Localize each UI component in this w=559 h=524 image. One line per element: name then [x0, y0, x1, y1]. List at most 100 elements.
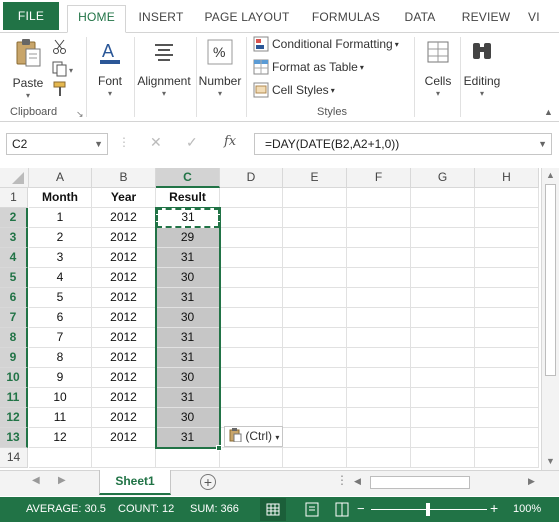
cell-year[interactable]: 2012 — [92, 368, 156, 388]
conditional-formatting-button[interactable]: Conditional Formatting ▾ — [253, 36, 399, 52]
cancel-icon[interactable]: ✕ — [150, 134, 162, 151]
cell-styles-button[interactable]: Cell Styles ▾ — [253, 82, 335, 98]
empty-cell[interactable] — [283, 308, 347, 328]
empty-cell[interactable] — [411, 248, 475, 268]
empty-cell[interactable] — [347, 428, 411, 448]
empty-cell[interactable] — [411, 348, 475, 368]
empty-cell[interactable] — [220, 308, 283, 328]
page-layout-view-icon[interactable] — [300, 498, 324, 521]
column-header-e[interactable]: E — [283, 168, 347, 188]
header-cell-result[interactable]: Result — [156, 188, 220, 208]
empty-cell[interactable] — [411, 368, 475, 388]
tab-page-layout[interactable]: PAGE LAYOUT — [200, 6, 294, 33]
empty-cell[interactable] — [475, 228, 539, 248]
empty-cell[interactable] — [347, 208, 411, 228]
empty-cell[interactable] — [475, 248, 539, 268]
empty-cell[interactable] — [283, 208, 347, 228]
row-header[interactable]: 12 — [0, 408, 28, 428]
column-header-d[interactable]: D — [220, 168, 283, 188]
empty-cell[interactable] — [347, 248, 411, 268]
empty-cell[interactable] — [411, 228, 475, 248]
empty-cell[interactable] — [283, 288, 347, 308]
fill-handle[interactable] — [216, 445, 222, 451]
empty-cell[interactable] — [347, 368, 411, 388]
next-sheet-icon[interactable]: ▶ — [58, 475, 66, 486]
tab-view[interactable]: VI — [528, 6, 559, 33]
empty-cell[interactable] — [220, 288, 283, 308]
empty-cell[interactable] — [92, 448, 156, 468]
empty-cell[interactable] — [411, 408, 475, 428]
row-header[interactable]: 7 — [0, 308, 28, 328]
empty-cell[interactable] — [475, 408, 539, 428]
row-header[interactable]: 5 — [0, 268, 28, 288]
empty-cell[interactable] — [475, 348, 539, 368]
empty-cell[interactable] — [475, 448, 539, 468]
prev-sheet-icon[interactable]: ◀ — [32, 475, 40, 486]
empty-cell[interactable] — [347, 348, 411, 368]
cell-year[interactable]: 2012 — [92, 328, 156, 348]
empty-cell[interactable] — [220, 268, 283, 288]
cell-month[interactable]: 8 — [29, 348, 92, 368]
row-header[interactable]: 13 — [0, 428, 28, 448]
empty-cell[interactable] — [475, 388, 539, 408]
empty-cell[interactable] — [475, 328, 539, 348]
empty-cell[interactable] — [411, 308, 475, 328]
empty-cell[interactable] — [283, 268, 347, 288]
cell-year[interactable]: 2012 — [92, 348, 156, 368]
cells-button[interactable]: Cells ▾ — [418, 37, 458, 98]
editing-button[interactable]: Editing ▾ — [460, 37, 504, 98]
scroll-thumb[interactable] — [545, 184, 556, 376]
header-cell-month[interactable]: Month — [29, 188, 92, 208]
sheet-tab-sheet1[interactable]: Sheet1 — [99, 470, 171, 495]
empty-cell[interactable] — [156, 448, 220, 468]
empty-cell[interactable] — [475, 208, 539, 228]
scroll-thumb[interactable] — [370, 476, 470, 489]
empty-cell[interactable] — [347, 408, 411, 428]
empty-cell[interactable] — [347, 308, 411, 328]
cell-result[interactable]: 31 — [156, 348, 220, 368]
empty-cell[interactable] — [347, 328, 411, 348]
number-button[interactable]: % Number ▾ — [197, 37, 243, 98]
empty-cell[interactable] — [220, 328, 283, 348]
zoom-slider[interactable] — [371, 503, 487, 516]
empty-cell[interactable] — [475, 288, 539, 308]
cell-result[interactable]: 30 — [156, 408, 220, 428]
empty-cell[interactable] — [475, 188, 539, 208]
empty-cell[interactable] — [283, 188, 347, 208]
font-button[interactable]: A Font ▾ — [90, 37, 130, 98]
empty-cell[interactable] — [220, 248, 283, 268]
empty-cell[interactable] — [283, 388, 347, 408]
empty-cell[interactable] — [29, 448, 92, 468]
cell-result[interactable]: 30 — [156, 268, 220, 288]
empty-cell[interactable] — [283, 348, 347, 368]
column-header-h[interactable]: H — [475, 168, 539, 188]
more-icon[interactable]: ⋮ — [336, 473, 348, 487]
header-cell-year[interactable]: Year — [92, 188, 156, 208]
insert-function-icon[interactable]: fx — [224, 134, 236, 149]
format-painter-icon[interactable] — [52, 81, 68, 97]
empty-cell[interactable] — [411, 328, 475, 348]
empty-cell[interactable] — [220, 208, 283, 228]
cut-icon[interactable] — [52, 39, 68, 55]
cell-year[interactable]: 2012 — [92, 428, 156, 448]
zoom-out-icon[interactable]: − — [357, 501, 365, 516]
scroll-down-icon[interactable]: ▼ — [546, 456, 555, 466]
chevron-down-icon[interactable]: ▼ — [94, 134, 103, 154]
empty-cell[interactable] — [347, 288, 411, 308]
empty-cell[interactable] — [475, 308, 539, 328]
cell-month[interactable]: 4 — [29, 268, 92, 288]
cell-result[interactable]: 30 — [156, 308, 220, 328]
cell-month[interactable]: 9 — [29, 368, 92, 388]
tab-insert[interactable]: INSERT — [134, 6, 188, 33]
column-header-b[interactable]: B — [92, 168, 156, 188]
empty-cell[interactable] — [411, 268, 475, 288]
select-all-corner[interactable] — [0, 168, 29, 188]
formula-input[interactable]: =DAY(DATE(B2,A2+1,0)) ▼ — [254, 133, 552, 155]
empty-cell[interactable] — [220, 408, 283, 428]
tab-review[interactable]: REVIEW — [456, 6, 516, 33]
empty-cell[interactable] — [347, 388, 411, 408]
empty-cell[interactable] — [220, 388, 283, 408]
empty-cell[interactable] — [411, 288, 475, 308]
cell-month[interactable]: 3 — [29, 248, 92, 268]
row-header[interactable]: 14 — [0, 448, 28, 468]
